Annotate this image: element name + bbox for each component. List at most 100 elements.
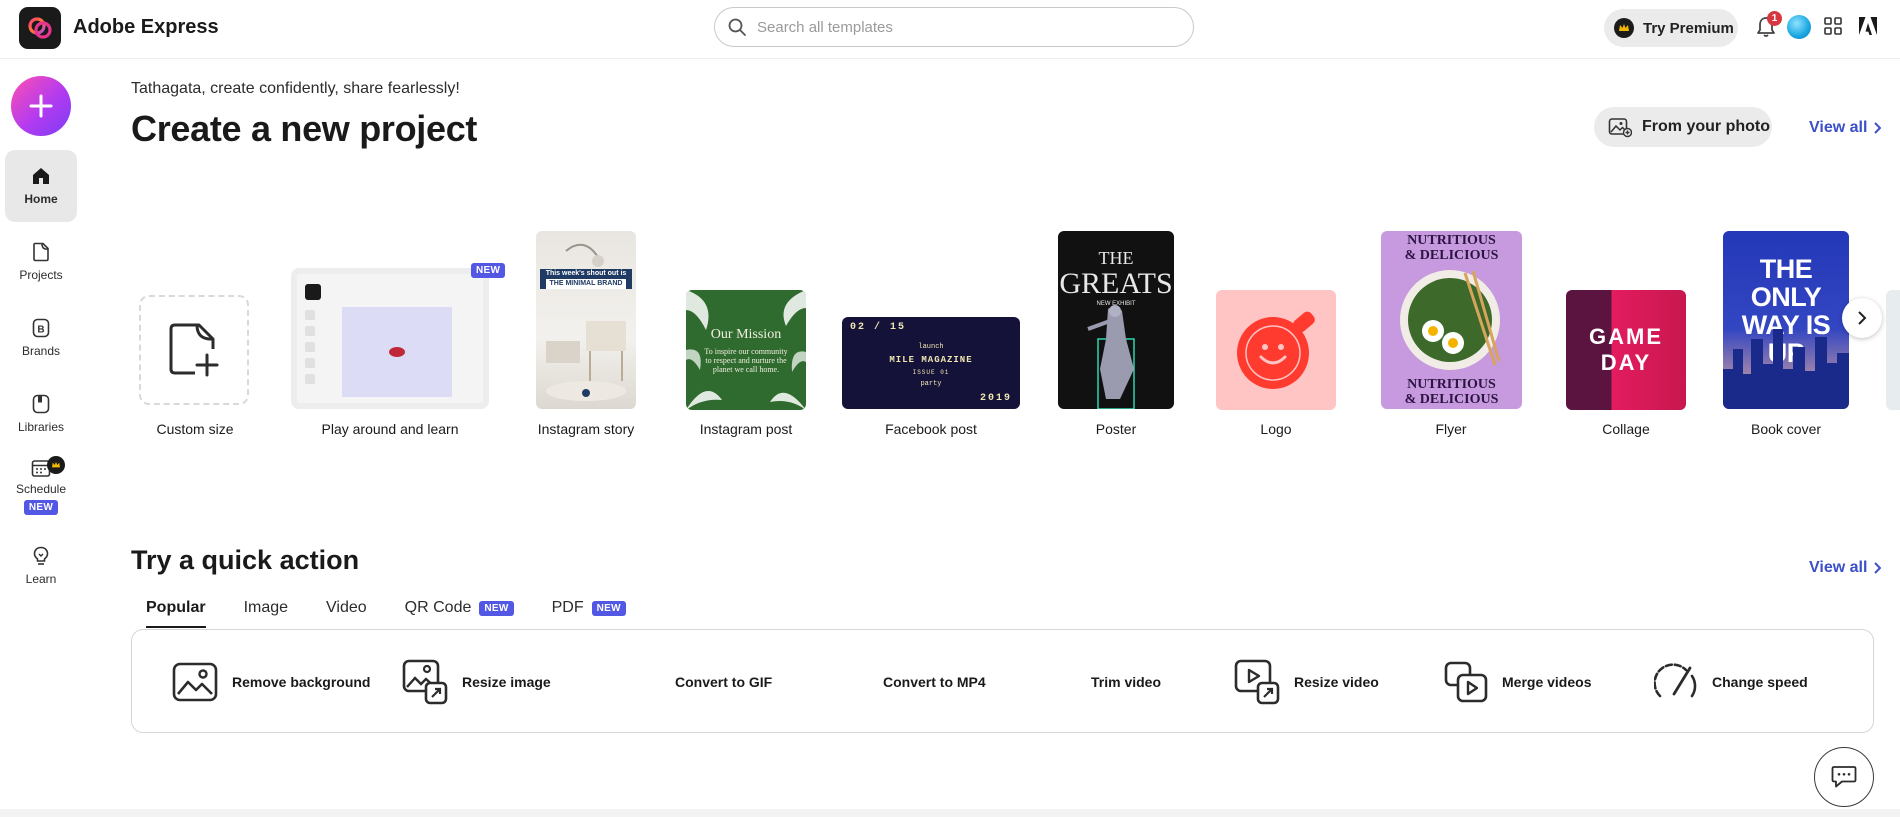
chevron-right-icon [1874,122,1882,134]
top-bar: Adobe Express Try Premium 1 [0,0,1900,59]
search-bar[interactable] [714,7,1194,47]
rail-item-label: Libraries [17,420,65,434]
view-all-label: View all [1809,119,1868,136]
express-logo-icon [28,17,52,39]
action-label: Convert to MP4 [883,674,986,690]
remove-background-action[interactable]: Remove background [172,630,370,734]
play-around-card[interactable] [291,268,489,409]
rail-item-label: Projects [19,268,63,282]
tab-popular[interactable]: Popular [146,594,206,628]
custom-size-card[interactable] [139,295,249,405]
new-badge: NEW [23,500,59,515]
merge-videos-action[interactable]: Merge videos [1444,630,1591,734]
greeting-text: Tathagata, create confidently, share fea… [131,80,460,97]
project-label: Poster [1095,421,1137,437]
from-your-photo-button[interactable]: From your photo [1594,107,1772,147]
next-template-card-peek[interactable] [1886,290,1900,410]
tab-pdf[interactable]: PDF NEW [552,594,626,622]
rail-item-schedule[interactable]: Schedule NEW [5,456,77,515]
apps-grid-icon[interactable] [1824,17,1842,35]
fb-issue: ISSUE 01 [912,369,950,376]
coffee-logo-image [1237,311,1315,389]
tab-image[interactable]: Image [244,594,288,622]
resize-image-action[interactable]: Resize image [402,630,551,734]
from-your-photo-label: From your photo [1642,118,1770,135]
lightbulb-icon [33,546,49,565]
new-badge: NEW [591,600,626,616]
fb-year: 2019 [979,393,1012,404]
tab-qr-code[interactable]: QR Code NEW [405,594,514,622]
collage-card[interactable]: GAME DAY [1566,290,1686,410]
instagram-story-card[interactable]: This week's shout out is THE MINIMAL BRA… [536,231,636,409]
rail-item-home[interactable]: Home [5,150,77,222]
rail-item-projects[interactable]: Projects [5,242,77,282]
user-avatar[interactable] [1787,15,1811,39]
carousel-next-button[interactable] [1842,298,1882,338]
tab-video[interactable]: Video [326,594,367,622]
toolbar-placeholder [305,310,315,400]
project-label: Facebook post [885,421,977,437]
view-all-quick-actions-link[interactable]: View all [1809,559,1882,577]
project-label: Collage [1602,421,1650,437]
home-icon [33,168,49,184]
try-premium-button[interactable]: Try Premium [1604,9,1738,47]
project-label: Instagram story [537,421,635,437]
instagram-post-card[interactable]: Our Mission To inspire our community to … [686,290,806,410]
action-label: Remove background [232,674,371,690]
fb-text: launch [918,343,944,351]
poster-title-line: GREATS [1059,267,1173,300]
resize-image-icon [402,659,448,705]
rail-item-learn[interactable]: Learn [5,546,77,586]
action-label: Change speed [1712,674,1808,690]
statue-image [1087,305,1135,409]
chat-icon [1831,766,1857,788]
action-label: Merge videos [1502,674,1592,690]
change-speed-action[interactable]: Change speed [1654,630,1808,734]
chat-help-button[interactable] [1814,747,1874,807]
rail-item-label: Learn [25,572,57,586]
quick-action-tabs: Popular Image Video QR Code NEW PDF NEW [146,594,664,628]
convert-to-mp4-action[interactable]: Convert to MP4 [883,630,986,734]
adobe-icon[interactable] [1858,16,1878,36]
image-add-icon [1608,118,1632,138]
strawberry-icon [389,347,405,357]
search-input[interactable] [757,18,1157,36]
quick-action-title: Try a quick action [131,545,360,575]
trim-video-action[interactable]: Trim video [1091,630,1161,734]
file-add-icon [169,323,219,377]
crown-icon [1614,18,1634,38]
facebook-post-card[interactable]: 02 / 15 launch MILE MAGAZINE ISSUE 01 pa… [842,317,1020,409]
adobe-express-logo[interactable] [19,7,61,49]
try-premium-label: Try Premium [1643,19,1734,37]
post-body: To inspire our community to respect and … [704,346,788,374]
new-badge: NEW [471,263,506,278]
svg-text:B: B [37,325,44,336]
page-title: Create a new project [131,108,478,149]
app-title: Adobe Express [73,16,219,38]
poster-card[interactable]: THE GREATS NEW EXHIBIT [1058,231,1174,409]
book-cover-card[interactable]: THE ONLY WAY IS UP [1723,231,1849,409]
view-all-projects-link[interactable]: View all [1809,119,1882,137]
speedometer-icon [1654,663,1697,698]
brands-icon: B [32,318,50,338]
rail-item-label: Schedule [15,482,67,496]
fb-title: MILE MAGAZINE [889,355,973,365]
express-logo-icon [305,284,321,300]
flyer-line: & DELICIOUS [1404,248,1499,263]
story-banner-line: This week's shout out is [545,270,627,277]
project-label: Instagram post [699,421,793,437]
resize-video-action[interactable]: Resize video [1234,630,1379,734]
flyer-card[interactable]: NUTRITIOUS & DELICIOUS NUTRITIOUS & DELI… [1381,231,1522,409]
noodle-bowl-image [1400,270,1501,370]
convert-to-gif-action[interactable]: Convert to GIF [675,630,772,734]
collage-line: GAME [1589,324,1663,349]
chevron-right-icon [1874,562,1882,574]
tab-label: PDF [551,599,584,616]
logo-card[interactable] [1216,290,1336,410]
bottom-strip [0,809,1900,817]
create-new-button[interactable] [11,76,71,136]
tab-label: Video [326,599,367,616]
rail-item-brands[interactable]: B Brands [5,318,77,358]
rail-item-libraries[interactable]: Libraries [5,394,77,434]
flyer-line: & DELICIOUS [1404,392,1499,407]
